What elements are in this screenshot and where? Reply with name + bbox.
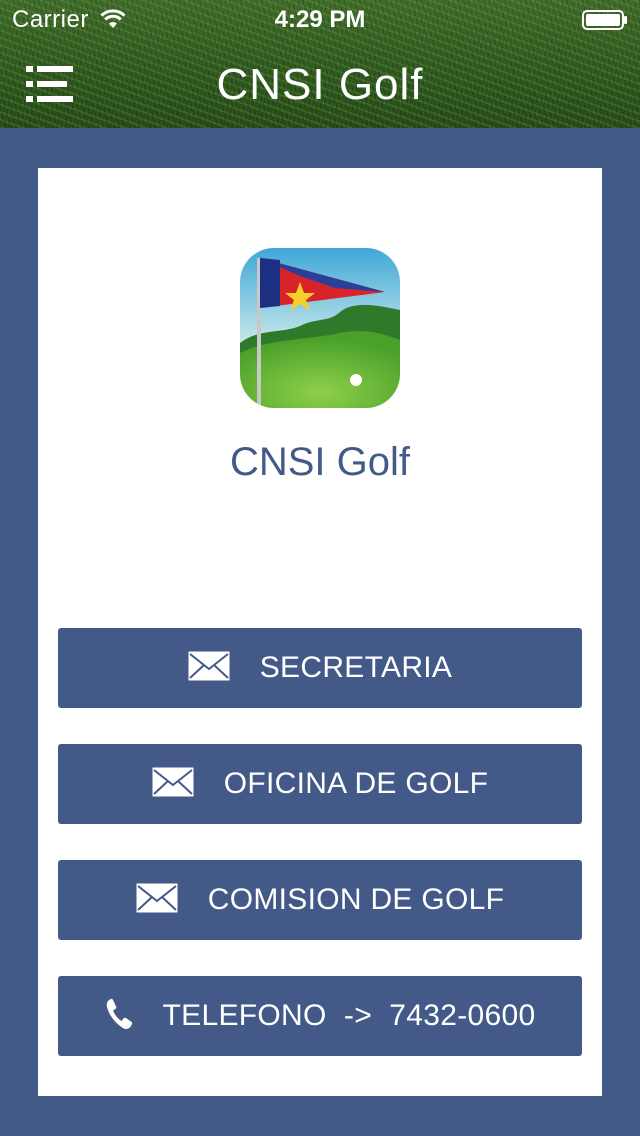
contact-card: CNSI Golf SECRETARIA OFICINA DE GOLF COM…	[38, 168, 602, 1096]
oficina-de-golf-button[interactable]: OFICINA DE GOLF	[58, 744, 582, 824]
status-time: 4:29 PM	[274, 6, 366, 33]
envelope-icon	[188, 651, 230, 686]
club-name-heading: CNSI Golf	[229, 440, 411, 484]
phone-icon	[105, 998, 133, 1035]
envelope-icon	[152, 767, 194, 802]
golf-flag-logo-icon	[240, 248, 400, 408]
comision-de-golf-label: COMISION DE GOLF	[207, 883, 505, 916]
comision-de-golf-button[interactable]: COMISION DE GOLF	[58, 860, 582, 940]
app-title: CNSI Golf	[216, 60, 424, 109]
status-bar: Carrier 4:29 PM	[0, 0, 640, 40]
oficina-de-golf-label: OFICINA DE GOLF	[223, 767, 489, 800]
battery-icon	[582, 10, 628, 30]
telefono-label: TELEFONO -> 7432-0600	[162, 999, 536, 1032]
secretaria-button[interactable]: SECRETARIA	[58, 628, 582, 708]
secretaria-label: SECRETARIA	[259, 651, 453, 684]
envelope-icon	[136, 883, 178, 918]
telefono-button[interactable]: TELEFONO -> 7432-0600	[58, 976, 582, 1056]
header-bar: Carrier 4:29 PM CNSI Golf	[0, 0, 640, 128]
